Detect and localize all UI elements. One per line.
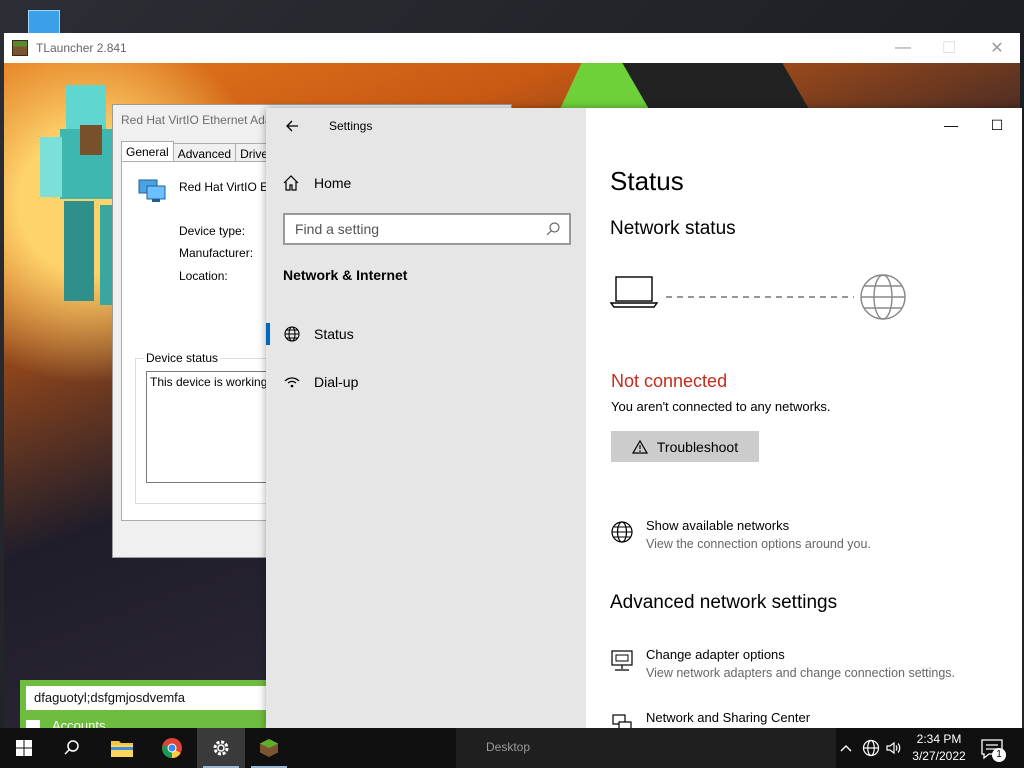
settings-nav-pane: Settings Home Network & Internet Status … [266,108,586,730]
settings-minimize-button[interactable]: — [928,112,974,138]
settings-taskbar-button[interactable] [197,728,245,768]
manufacturer-label: Manufacturer: [179,246,254,260]
username-field[interactable]: dfaguotyl;dsfgmjosdvemfa [26,686,274,710]
minecraft-block-icon [260,739,278,757]
settings-window: Settings Home Network & Internet Status … [266,108,1022,730]
chrome-icon [162,738,182,759]
home-label: Home [314,175,352,191]
device-status-label: Device status [144,351,221,365]
system-clock[interactable]: 2:34 PM 3/27/2022 [906,731,972,765]
show-available-networks-link[interactable]: Show available networks View the connect… [610,518,871,551]
network-diagram [610,274,906,320]
sidebar-item-dialup[interactable]: Dial-up [266,364,586,400]
folder-icon [111,741,133,757]
tlauncher-title: TLauncher 2.841 [36,41,127,55]
chrome-button[interactable] [148,728,196,768]
taskbar-preview-strip: Desktop [456,728,836,768]
settings-app-title: Settings [329,119,373,133]
notification-count-badge: 1 [992,748,1006,762]
settings-content: — ☐ Status Network status Not connected … [586,108,1022,730]
adapter-icon [611,650,633,671]
search-icon [64,740,79,755]
home-nav-item[interactable]: Home [282,172,351,194]
chevron-up-icon[interactable] [838,740,854,756]
volume-icon[interactable] [885,739,903,757]
tlauncher-minimize-button[interactable]: — [880,33,926,63]
connection-description: You aren't connected to any networks. [611,399,831,414]
device-type-label: Device type: [179,224,246,238]
change-adapter-options-link[interactable]: Change adapter options View network adap… [610,647,955,680]
back-button[interactable] [280,114,304,138]
tab-general[interactable]: General [121,141,174,163]
location-label: Location: [179,269,228,283]
section-title: Network & Internet [283,267,408,283]
taskbar: Desktop 2:34 PM 3/27/2022 1 [0,728,1024,768]
tlauncher-taskbar-button[interactable] [245,728,293,768]
windows-logo-icon [16,740,32,756]
taskbar-search-button[interactable] [48,728,96,768]
globe-icon [284,326,300,342]
warning-icon [631,439,648,454]
search-box[interactable] [283,213,571,245]
clock-time: 2:34 PM [916,732,962,746]
link-title: Change adapter options [646,647,785,662]
link-title: Network and Sharing Center [646,710,811,725]
globe-icon [611,521,633,543]
tlauncher-titlebar[interactable]: TLauncher 2.841 — ☐ ✕ [4,33,1020,63]
file-explorer-button[interactable] [98,728,146,768]
internet-globe-icon [860,274,906,320]
link-subtitle: View the connection options around you. [646,537,871,551]
dialup-icon [284,377,300,388]
settings-maximize-button[interactable]: ☐ [974,112,1020,138]
search-icon [546,222,560,236]
network-globe-icon[interactable] [862,739,880,757]
sidebar-item-label: Status [314,326,354,342]
minecraft-block-icon [12,40,28,56]
network-status-heading: Network status [610,218,736,239]
search-input[interactable] [295,221,535,237]
sidebar-item-status[interactable]: Status [266,316,586,352]
desktop-shortcut-icon[interactable] [28,10,60,34]
page-title: Status [610,166,684,196]
tlauncher-maximize-button[interactable]: ☐ [926,33,972,63]
link-title: Show available networks [646,518,790,533]
troubleshoot-button[interactable]: Troubleshoot [611,431,759,462]
laptop-icon [610,276,659,308]
network-adapter-icon [138,179,166,202]
home-icon [283,175,299,191]
gear-icon [213,740,229,756]
connection-state: Not connected [611,371,728,391]
tlauncher-close-button[interactable]: ✕ [974,33,1020,63]
arrow-left-icon [286,120,298,132]
login-bar: dfaguotyl;dsfgmjosdvemfa Accounts [20,680,280,730]
sidebar-item-label: Dial-up [314,374,359,390]
advanced-settings-heading: Advanced network settings [610,592,838,613]
network-sharing-center-link[interactable]: Network and Sharing Center [610,710,810,730]
clock-date: 3/27/2022 [912,749,966,763]
dialog-title: Red Hat VirtIO Ethernet Ada [121,113,272,127]
link-subtitle: View network adapters and change connect… [646,666,955,680]
start-button[interactable] [0,728,48,768]
troubleshoot-label: Troubleshoot [656,438,739,455]
